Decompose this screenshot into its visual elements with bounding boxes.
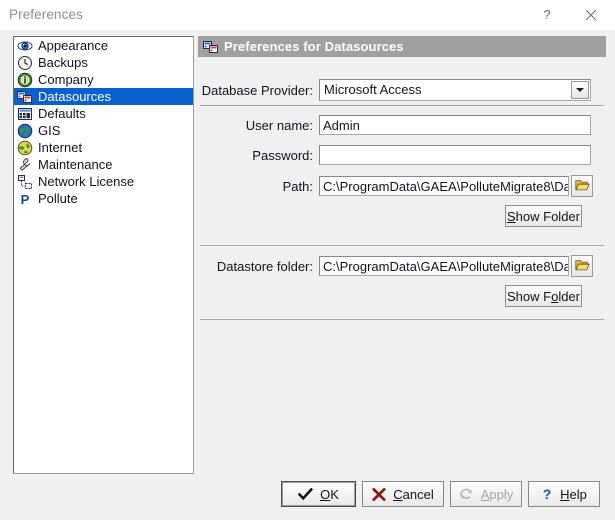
show-folder-datastore-button[interactable]: Show Folder	[505, 285, 582, 307]
close-window-button[interactable]	[569, 0, 613, 30]
sidebar-item-label: Backups	[38, 55, 88, 70]
datasources-icon	[17, 89, 33, 105]
folder-open-icon	[574, 178, 590, 195]
svg-text:P: P	[21, 192, 30, 207]
divider-after-provider	[200, 105, 604, 106]
path-browse-button[interactable]	[571, 175, 593, 197]
show-folder-path-button[interactable]: Show Folder	[505, 205, 582, 227]
dialog-button-bar: OK Cancel Apply ? Help	[0, 472, 615, 520]
help-button[interactable]: ? Help	[528, 481, 600, 507]
database-provider-label: Database Provider:	[201, 82, 313, 98]
cancel-label: Cancel	[393, 486, 434, 502]
network-icon	[17, 174, 33, 190]
datastore-folder-label: Datastore folder:	[216, 258, 313, 274]
pane-header: Preferences for Datasources	[198, 36, 606, 57]
sidebar-item-gis[interactable]: GIS	[14, 122, 193, 139]
pane-title: Preferences for Datasources	[224, 39, 404, 54]
row-datastore-folder: Datastore folder: C:\ProgramData\GAEA\Po…	[198, 255, 606, 277]
info-globe-icon	[17, 72, 33, 88]
sidebar-item-pollute[interactable]: P Pollute	[14, 190, 193, 207]
sidebar-item-label: Company	[38, 72, 94, 87]
row-user-name: User name: Admin	[198, 115, 606, 135]
title-bar: Preferences ?	[0, 0, 615, 31]
row-path: Path: C:\ProgramData\GAEA\PolluteMigrate…	[198, 175, 606, 197]
sidebar-item-label: Internet	[38, 140, 83, 155]
user-name-label: User name:	[245, 117, 313, 133]
sidebar-item-label: Pollute	[38, 191, 78, 206]
apply-label: Apply	[480, 486, 514, 502]
preferences-pane: Preferences for Datasources Database Pro…	[198, 36, 606, 472]
divider-after-datastore	[200, 319, 604, 320]
refresh-icon	[459, 488, 474, 501]
wrench-icon	[17, 157, 33, 173]
svg-text:?: ?	[543, 487, 552, 501]
ok-label: OK	[320, 486, 339, 502]
sidebar-item-defaults[interactable]: Defaults	[14, 105, 193, 122]
sidebar-item-company[interactable]: Company	[14, 71, 193, 88]
defaults-grid-icon	[17, 106, 33, 122]
close-icon	[585, 9, 597, 21]
datastore-browse-button[interactable]	[571, 255, 593, 277]
ok-button[interactable]: OK	[281, 481, 356, 507]
sidebar-item-label: Appearance	[38, 38, 109, 53]
cancel-button[interactable]: Cancel	[362, 481, 444, 507]
path-label: Path:	[282, 178, 313, 194]
sidebar-item-appearance[interactable]: Appearance	[14, 37, 193, 54]
sidebar-item-label: Network License	[38, 174, 135, 189]
window-title: Preferences	[9, 7, 83, 22]
check-icon	[298, 487, 314, 501]
svg-text:?: ?	[543, 8, 550, 22]
globe-icon	[17, 123, 33, 139]
show-folder-datastore-label: Show Folder	[507, 288, 580, 304]
show-folder-path-label: Show Folder	[507, 208, 580, 224]
question-mark-icon: ?	[543, 8, 550, 22]
sidebar-item-maintenance[interactable]: Maintenance	[14, 156, 193, 173]
dialog-client-area: Appearance Backups Company Datasources D…	[0, 30, 615, 520]
path-input[interactable]: C:\ProgramData\GAEA\PolluteMigrate8\Data	[319, 176, 569, 196]
clock-icon	[17, 55, 33, 71]
help-titlebar-button[interactable]: ?	[525, 0, 569, 30]
divider-after-path	[200, 245, 604, 246]
pollute-p-icon: P	[17, 191, 33, 207]
eye-icon	[17, 38, 33, 54]
x-mark-icon	[372, 487, 386, 501]
row-password: Password:	[198, 145, 606, 165]
sidebar-item-label: Datasources	[38, 89, 111, 104]
user-name-input[interactable]: Admin	[319, 115, 591, 135]
folder-open-icon	[574, 258, 590, 275]
help-label: Help	[560, 486, 587, 502]
password-input[interactable]	[319, 145, 591, 165]
password-label: Password:	[252, 147, 313, 163]
row-database-provider: Database Provider: Microsoft Access	[198, 79, 606, 101]
database-provider-value: Microsoft Access	[324, 82, 422, 97]
sidebar-item-label: Maintenance	[38, 157, 113, 172]
sidebar-item-datasources[interactable]: Datasources	[14, 88, 193, 105]
sidebar-item-label: Defaults	[38, 106, 86, 121]
apply-button[interactable]: Apply	[450, 481, 522, 507]
internet-globe-icon	[17, 140, 33, 156]
datastore-folder-input[interactable]: C:\ProgramData\GAEA\PolluteMigrate8\Data	[319, 256, 569, 276]
preferences-category-list[interactable]: Appearance Backups Company Datasources D…	[13, 36, 194, 474]
sidebar-item-internet[interactable]: Internet	[14, 139, 193, 156]
sidebar-item-label: GIS	[38, 123, 61, 138]
datasources-icon	[203, 39, 219, 55]
sidebar-item-backups[interactable]: Backups	[14, 54, 193, 71]
chevron-down-icon[interactable]	[571, 81, 589, 99]
database-provider-select[interactable]: Microsoft Access	[319, 79, 591, 101]
sidebar-item-network-license[interactable]: Network License	[14, 173, 193, 190]
question-icon: ?	[541, 487, 553, 501]
